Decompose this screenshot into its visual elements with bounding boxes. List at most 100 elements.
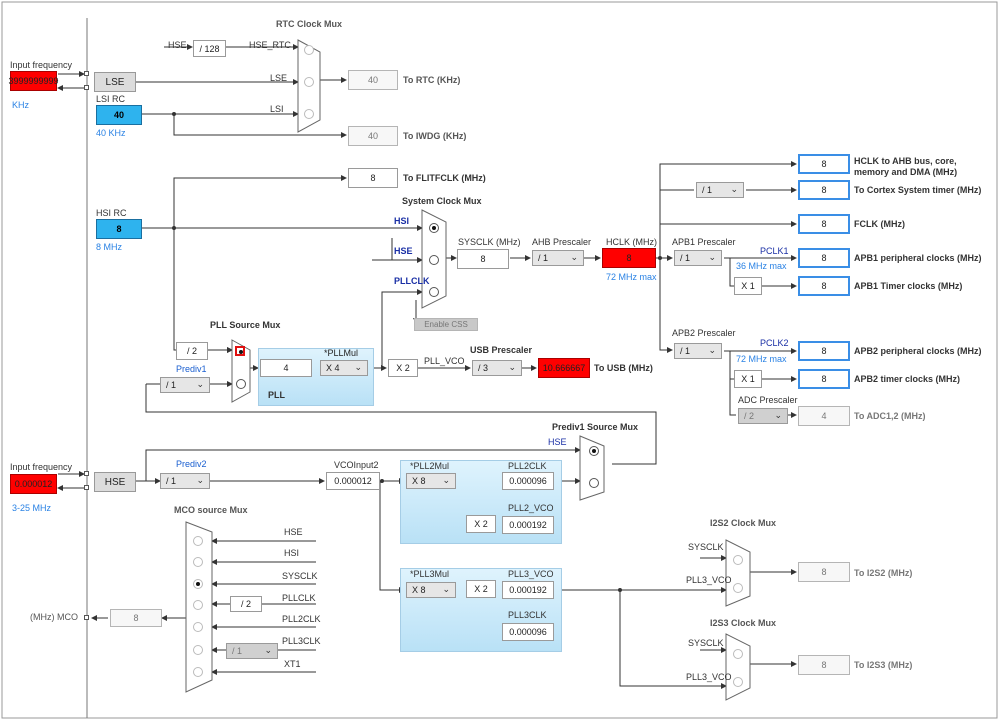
- systick-divider-select[interactable]: / 1 ⌄: [696, 182, 744, 198]
- apb2-max: 72 MHz max: [736, 354, 787, 364]
- apb1-timer-label: APB1 Timer clocks (MHz): [854, 281, 963, 291]
- mco-port: [84, 615, 89, 620]
- mco-output-label: (MHz) MCO: [30, 612, 78, 622]
- mco-in-xt1: XT1: [284, 659, 301, 669]
- lsi-block[interactable]: 40: [96, 105, 142, 125]
- mco-radio-pllclk[interactable]: [193, 600, 203, 610]
- i2s2-mux-title: I2S2 Clock Mux: [710, 518, 777, 528]
- prediv1-select[interactable]: / 1 ⌄: [160, 377, 210, 393]
- apb2-prescaler-label: APB2 Prescaler: [672, 328, 736, 338]
- apb1-prescaler-value: / 1: [680, 253, 691, 263]
- cortex-timer-label: To Cortex System timer (MHz): [854, 185, 982, 195]
- apb1-prescaler-select[interactable]: / 1 ⌄: [674, 250, 722, 266]
- prediv2-select[interactable]: / 1 ⌄: [160, 473, 210, 489]
- adc-output: 4: [798, 406, 850, 426]
- ahb-prescaler-value: / 1: [538, 253, 549, 263]
- mco-radio-sysclk[interactable]: [193, 579, 203, 589]
- mco-pll3-div-select[interactable]: / 1 ⌄: [226, 643, 278, 659]
- rtc-radio-lse[interactable]: [304, 77, 314, 87]
- mco-pll-div: / 2: [230, 596, 262, 612]
- chevron-down-icon: ⌄: [708, 252, 716, 262]
- hclk-value[interactable]: 8: [602, 248, 656, 268]
- pll3-x2: X 2: [466, 580, 496, 598]
- prediv2-value: / 1: [166, 476, 177, 486]
- hsi-block[interactable]: 8: [96, 219, 142, 239]
- enable-css-button[interactable]: Enable CSS: [414, 318, 478, 331]
- pll2-vco-label: PLL2_VCO: [508, 503, 554, 513]
- vco-input2-value: 0.000012: [326, 472, 380, 490]
- ahb-prescaler-select[interactable]: / 1 ⌄: [532, 250, 584, 266]
- apb2-timer-output: 8: [798, 369, 850, 389]
- hse-port-out: [84, 485, 89, 490]
- usb-prescaler-select[interactable]: / 3 ⌄: [472, 360, 522, 376]
- lsi-freq: 40 KHz: [96, 128, 126, 138]
- apb1-max: 36 MHz max: [736, 261, 787, 271]
- rtc-in-lsi: LSI: [270, 104, 284, 114]
- i2s2-radio-sysclk[interactable]: [733, 555, 743, 565]
- hse-input-label: Input frequency: [10, 462, 73, 472]
- lse-block[interactable]: LSE: [94, 72, 136, 92]
- usb-prescaler-value: / 3: [478, 363, 489, 373]
- sys-mux-in-pllclk: PLLCLK: [394, 276, 430, 286]
- apb2-timer-label: APB2 timer clocks (MHz): [854, 374, 961, 384]
- prediv1-value: / 1: [166, 380, 177, 390]
- sys-mux-radio-hse[interactable]: [429, 255, 439, 265]
- rtc-mux-title: RTC Clock Mux: [276, 19, 343, 29]
- systick-divider-value: / 1: [702, 185, 713, 195]
- lse-input-field[interactable]: 3999999999: [8, 71, 59, 91]
- pll2-mul-select[interactable]: X 8 ⌄: [406, 473, 456, 489]
- adc-prescaler-value: / 2: [744, 411, 755, 421]
- prediv1-src-radio-pll2[interactable]: [589, 478, 599, 488]
- pll-src-radio-hsi[interactable]: [235, 346, 245, 356]
- pll3-vco-value: 0.000192: [502, 581, 554, 599]
- pll-src-radio-hse[interactable]: [236, 379, 246, 389]
- pll2-x2: X 2: [466, 515, 496, 533]
- rtc-hse-divider: / 128: [193, 40, 226, 57]
- apb1-periph-label: APB1 peripheral clocks (MHz): [854, 253, 982, 263]
- hse-input-field[interactable]: 0.000012: [10, 474, 57, 494]
- rtc-in-lse: LSE: [270, 73, 288, 83]
- hclk-ahb-label: HCLK to AHB bus, core,: [854, 156, 957, 166]
- hsi-label: HSI RC: [96, 208, 127, 218]
- mco-in-pll3clk: PLL3CLK: [282, 636, 321, 646]
- sys-mux-in-hse: HSE: [394, 246, 413, 256]
- pll-mul-select[interactable]: X 4 ⌄: [320, 360, 368, 376]
- pll-title: PLL: [268, 390, 285, 400]
- adc-prescaler-select[interactable]: / 2 ⌄: [738, 408, 788, 424]
- i2s2-radio-pll3[interactable]: [733, 583, 743, 593]
- sysclk-value: 8: [457, 249, 509, 269]
- pll2-clk-label: PLL2CLK: [508, 461, 547, 471]
- mco-radio-pll2clk[interactable]: [193, 622, 203, 632]
- i2s3-radio-sysclk[interactable]: [733, 649, 743, 659]
- pll2-mul-value: X 8: [412, 476, 426, 486]
- pll3-vco-label: PLL3_VCO: [508, 569, 554, 579]
- usb-output-label: To USB (MHz): [594, 363, 653, 373]
- i2s3-radio-pll3[interactable]: [733, 677, 743, 687]
- hse-input-range: 3-25 MHz: [12, 503, 52, 513]
- pll2-vco-value: 0.000192: [502, 516, 554, 534]
- mco-radio-xt1[interactable]: [193, 667, 203, 677]
- sys-mux-radio-pll[interactable]: [429, 287, 439, 297]
- mco-radio-hse[interactable]: [193, 536, 203, 546]
- iwdg-output-label: To IWDG (KHz): [403, 131, 467, 141]
- apb1-timer-multiplier: X 1: [734, 277, 762, 295]
- chevron-down-icon: ⌄: [774, 410, 782, 420]
- lse-input-label: Input frequency: [10, 60, 73, 70]
- rtc-radio-lsi[interactable]: [304, 109, 314, 119]
- prediv1-src-radio-hse[interactable]: [589, 446, 599, 456]
- mco-radio-pll3clk[interactable]: [193, 645, 203, 655]
- chevron-down-icon: ⌄: [196, 475, 204, 485]
- sys-mux-radio-hsi[interactable]: [429, 223, 439, 233]
- pll-input-value: 4: [260, 359, 312, 377]
- rtc-radio-hse[interactable]: [304, 45, 314, 55]
- chevron-down-icon: ⌄: [730, 184, 738, 194]
- hse-block[interactable]: HSE: [94, 472, 136, 492]
- i2s3-output-label: To I2S3 (MHz): [854, 660, 913, 670]
- mco-radio-hsi[interactable]: [193, 557, 203, 567]
- sys-mux-title: System Clock Mux: [402, 196, 482, 206]
- pll3-mul-value: X 8: [412, 585, 426, 595]
- i2s3-output: 8: [798, 655, 850, 675]
- pll3-mul-select[interactable]: X 8 ⌄: [406, 582, 456, 598]
- apb2-prescaler-select[interactable]: / 1 ⌄: [674, 343, 722, 359]
- usb-output[interactable]: 10.666667: [538, 358, 590, 378]
